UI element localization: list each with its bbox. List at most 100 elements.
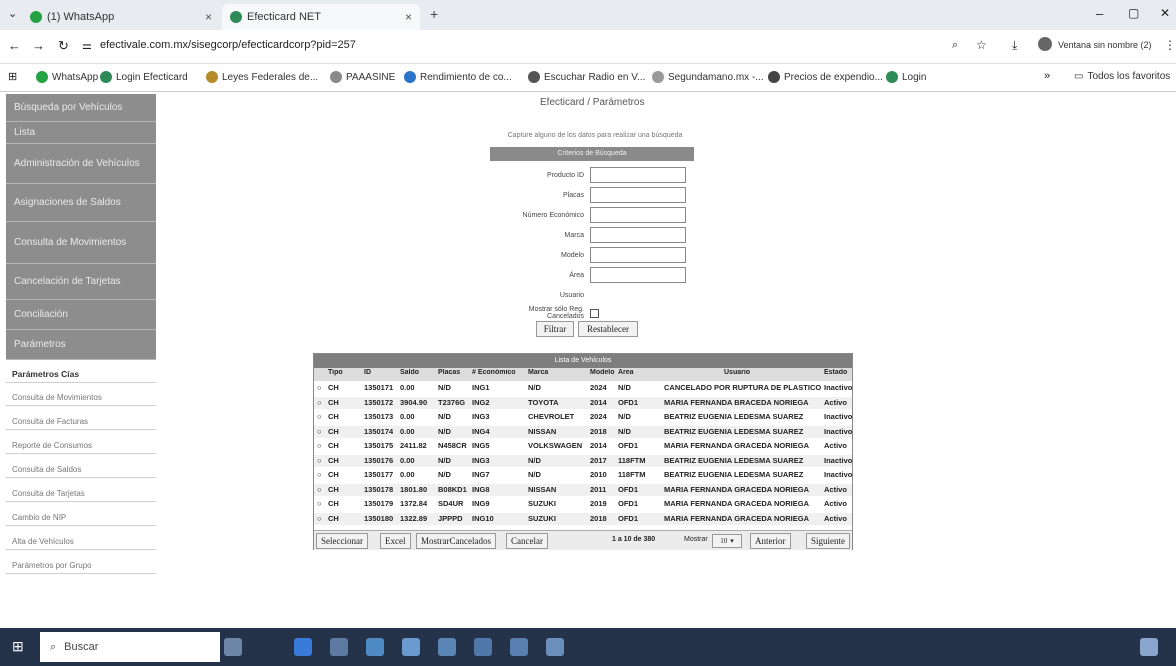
- row-radio[interactable]: ○: [317, 485, 322, 494]
- page-size-select[interactable]: 10 ▾: [712, 534, 742, 548]
- sidebar-item-cancelacion[interactable]: Cancelación de Tarjetas: [6, 264, 156, 300]
- sidebar-subitem[interactable]: Parámetros Cías: [6, 366, 156, 383]
- sidebar-item-busqueda[interactable]: Búsqueda por Vehículos: [6, 94, 156, 122]
- row-radio[interactable]: ○: [317, 514, 322, 523]
- tab-efecticard[interactable]: Efecticard NET ×: [222, 4, 420, 30]
- mail-icon[interactable]: [366, 638, 384, 656]
- table-row[interactable]: ○ CH 1350178 1801.80 B08KD1 ING8 NISSAN 2011 OFD…: [314, 483, 852, 496]
- profile-label[interactable]: Ventana sin nombre (2): [1058, 40, 1152, 50]
- table-row[interactable]: ○ CH 1350174 0.00 N/D ING4 NISSAN 2018 N/D BEATRI…: [314, 425, 852, 438]
- sidebar-subitem[interactable]: Parámetros por Grupo: [6, 558, 156, 574]
- table-row[interactable]: ○ CH 1350171 0.00 N/D ING1 N/D 2024 N/D CANCELADO…: [314, 382, 852, 394]
- sidebar-subitem[interactable]: Cambio de NIP: [6, 510, 156, 526]
- cancel-button[interactable]: Cancelar: [506, 533, 548, 549]
- notification-icon[interactable]: [1140, 638, 1158, 656]
- bookmarks-overflow[interactable]: »: [1044, 70, 1050, 82]
- table-row[interactable]: ○ CH 1350172 3904.90 T2376G ING2 TOYOTA 2014 OFD…: [314, 396, 852, 409]
- close-icon[interactable]: ×: [405, 10, 412, 24]
- app-icon[interactable]: [546, 638, 564, 656]
- sidebar-item-conciliacion[interactable]: Conciliación: [6, 300, 156, 330]
- star-icon[interactable]: ☆: [976, 38, 987, 52]
- usuario-input[interactable]: [590, 287, 686, 303]
- profile-icon[interactable]: [1038, 37, 1052, 51]
- bookmark-leyes[interactable]: Leyes Federales de...: [206, 71, 318, 83]
- bookmark-rendimiento[interactable]: Rendimiento de co...: [404, 71, 512, 83]
- filter-button[interactable]: Filtrar: [536, 321, 574, 337]
- placas-input[interactable]: [590, 187, 686, 203]
- area-input[interactable]: [590, 267, 686, 283]
- cancelados-checkbox[interactable]: [590, 308, 599, 318]
- row-radio[interactable]: ○: [317, 456, 322, 465]
- row-radio[interactable]: ○: [317, 398, 322, 407]
- bookmark-login-efecticard[interactable]: Login Efecticard: [100, 71, 188, 83]
- row-radio[interactable]: ○: [317, 441, 322, 450]
- bookmark-login[interactable]: Login: [886, 71, 926, 83]
- sidebar-item-asignaciones[interactable]: Asignaciones de Saldos: [6, 184, 156, 222]
- maximize-icon[interactable]: ▢: [1128, 6, 1139, 20]
- sidebar-subitem[interactable]: Consulta de Facturas: [6, 414, 156, 430]
- table-row[interactable]: ○ CH 1350179 1372.84 SD4UR ING9 SUZUKI 2019 OFD1…: [314, 498, 852, 510]
- bookmark-precios[interactable]: Precios de expendio...: [768, 71, 883, 83]
- grid-title: Lista de Vehículos: [314, 354, 852, 368]
- new-tab-button[interactable]: +: [430, 6, 438, 22]
- download-icon[interactable]: ⤓: [1012, 38, 1017, 53]
- explorer-icon[interactable]: [330, 638, 348, 656]
- taskbar-search[interactable]: ⌕ Buscar: [40, 632, 220, 662]
- sidebar-subitem[interactable]: Alta de Vehículos: [6, 534, 156, 550]
- edge-icon[interactable]: [294, 638, 312, 656]
- table-row[interactable]: ○ CH 1350173 0.00 N/D ING3 CHEVROLET 2024 N/D BEA…: [314, 411, 852, 423]
- table-row[interactable]: ○ CH 1350177 0.00 N/D ING7 N/D 2010 118FTM BEATRI…: [314, 469, 852, 481]
- close-icon[interactable]: ×: [205, 10, 212, 24]
- table-row[interactable]: ○ CH 1350175 2411.82 N458CR ING5 VOLKSWAGEN 201…: [314, 440, 852, 452]
- table-row[interactable]: ○ CH 1350176 0.00 N/D ING3 N/D 2017 118FTM BEATRI…: [314, 454, 852, 467]
- numero-economico-input[interactable]: [590, 207, 686, 223]
- menu-icon[interactable]: ⋮: [1164, 38, 1176, 52]
- row-radio[interactable]: ○: [317, 427, 322, 436]
- sidebar-subitem[interactable]: Consulta de Saldos: [6, 462, 156, 478]
- sidebar-item-movimientos[interactable]: Consulta de Movimientos: [6, 222, 156, 264]
- prev-button[interactable]: Anterior: [750, 533, 791, 549]
- url-field[interactable]: efectivale.com.mx/sisegcorp/efecticardco…: [100, 39, 356, 51]
- next-button[interactable]: Siguiente: [806, 533, 850, 549]
- reload-icon[interactable]: ↻: [58, 38, 69, 54]
- tab-search-icon[interactable]: ⌄: [8, 7, 17, 20]
- forward-icon[interactable]: →: [32, 38, 45, 53]
- sidebar-item-parametros[interactable]: Parámetros: [6, 330, 156, 360]
- windows-start-icon[interactable]: ⊞: [12, 638, 24, 655]
- row-radio[interactable]: ○: [317, 499, 322, 508]
- store-icon[interactable]: [438, 638, 456, 656]
- chrome-icon[interactable]: [402, 638, 420, 656]
- sidebar-item-lista[interactable]: Lista: [6, 122, 156, 144]
- app-icon[interactable]: [474, 638, 492, 656]
- all-bookmarks[interactable]: ▭ Todos los favoritos: [1074, 71, 1170, 82]
- app-icon[interactable]: [510, 638, 528, 656]
- site-info-icon[interactable]: ⚌: [82, 39, 92, 52]
- row-radio[interactable]: ○: [317, 383, 322, 392]
- tab-whatsapp[interactable]: (1) WhatsApp ×: [24, 4, 220, 30]
- sidebar-subitem[interactable]: Consulta de Tarjetas: [6, 486, 156, 502]
- modelo-input[interactable]: [590, 247, 686, 263]
- marca-input[interactable]: [590, 227, 686, 243]
- reset-button[interactable]: Restablecer: [578, 321, 638, 337]
- back-icon[interactable]: ←: [8, 38, 21, 53]
- close-window-icon[interactable]: ✕: [1160, 6, 1170, 20]
- zoom-icon[interactable]: ⌕: [952, 39, 958, 52]
- sidebar-subitem[interactable]: Consulta de Movimientos: [6, 390, 156, 406]
- row-radio[interactable]: ○: [317, 470, 322, 479]
- sidebar-item-administracion[interactable]: Administración de Vehículos: [6, 144, 156, 184]
- bookmark-whatsapp[interactable]: WhatsApp: [36, 71, 98, 83]
- apps-icon[interactable]: ⊞: [8, 70, 17, 83]
- table-cell: N/D: [438, 455, 451, 465]
- producto-id-input[interactable]: [590, 167, 686, 183]
- bookmark-paaasine[interactable]: PAAASINE: [330, 71, 395, 83]
- select-button[interactable]: Seleccionar: [316, 533, 368, 549]
- task-view-icon[interactable]: [224, 638, 242, 656]
- bookmark-segundamano[interactable]: Segundamano.mx -...: [652, 71, 764, 83]
- bookmark-radio[interactable]: Escuchar Radio en V...: [528, 71, 645, 83]
- show-cancelled-button[interactable]: MostrarCancelados: [416, 533, 496, 549]
- sidebar-subitem[interactable]: Reporte de Consumos: [6, 438, 156, 454]
- excel-button[interactable]: Excel: [380, 533, 411, 549]
- minimize-icon[interactable]: –: [1096, 6, 1103, 21]
- table-row[interactable]: ○ CH 1350180 1322.89 JPPPD ING10 SUZUKI 2018 OFD…: [314, 512, 852, 525]
- row-radio[interactable]: ○: [317, 412, 322, 421]
